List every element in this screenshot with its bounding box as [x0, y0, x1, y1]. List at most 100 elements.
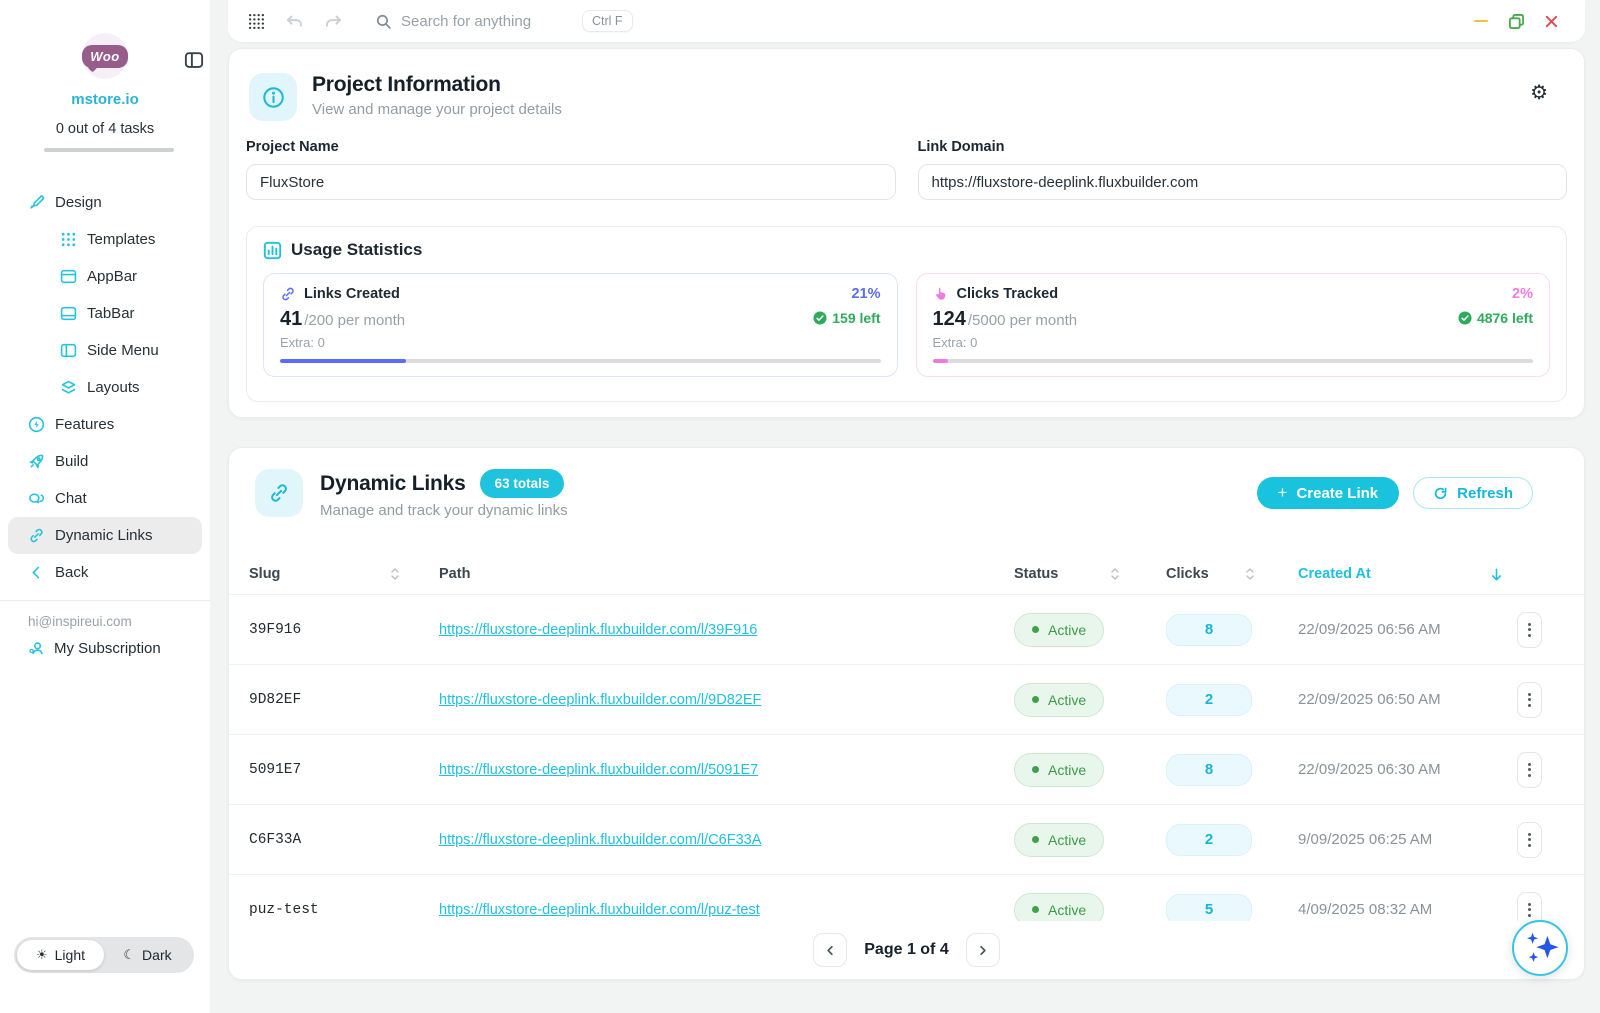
table-header: Slug Path Status Clicks Created At: [229, 554, 1584, 594]
previous-page-button[interactable]: [813, 933, 847, 967]
sidebar-nav-item[interactable]: Dynamic Links: [8, 517, 202, 554]
table-row: 39F916 https://fluxstore-deeplink.fluxbu…: [229, 594, 1584, 664]
ai-assistant-button[interactable]: [1512, 920, 1568, 976]
minimize-button[interactable]: [1473, 13, 1489, 29]
status-badge: Active: [1014, 683, 1104, 717]
bar-chart-icon: [263, 241, 282, 260]
app-window: Woo mstore.io 0 out of 4 tasks Design Te…: [0, 0, 1600, 1013]
path-link[interactable]: https://fluxstore-deeplink.fluxbuilder.c…: [439, 832, 761, 848]
column-header-slug[interactable]: Slug: [249, 566, 439, 582]
refresh-button[interactable]: Refresh: [1413, 477, 1533, 509]
stat-progress-fill: [933, 359, 948, 363]
my-subscription-link[interactable]: My Subscription: [28, 640, 161, 657]
row-actions-kebab-button[interactable]: [1517, 892, 1542, 924]
link-domain-input[interactable]: [918, 164, 1568, 200]
status-cell: Active: [1014, 753, 1166, 787]
nav-item-icon: [60, 305, 77, 322]
create-link-button[interactable]: + Create Link: [1257, 477, 1400, 509]
stat-percent: 2%: [1512, 286, 1533, 302]
status-badge: Active: [1014, 753, 1104, 787]
path-link[interactable]: https://fluxstore-deeplink.fluxbuilder.c…: [439, 902, 760, 918]
theme-light-button[interactable]: ☀ Light: [17, 940, 104, 970]
status-dot-icon: [1032, 836, 1039, 843]
table-row: C6F33A https://fluxstore-deeplink.fluxbu…: [229, 804, 1584, 874]
maximize-button[interactable]: [1508, 13, 1525, 30]
status-cell: Active: [1014, 893, 1166, 924]
tasks-progress-label: 0 out of 4 tasks: [0, 121, 210, 137]
woo-logo-text: Woo: [82, 45, 127, 68]
sidebar-nav-item[interactable]: Design: [8, 184, 202, 221]
column-header-path[interactable]: Path: [439, 566, 1014, 582]
undo-icon[interactable]: [285, 12, 304, 31]
search-input[interactable]: [401, 13, 573, 30]
sort-icon: [1110, 567, 1120, 581]
row-actions-kebab-button[interactable]: [1517, 612, 1542, 648]
column-header-created-at[interactable]: Created At: [1298, 566, 1516, 582]
chevron-left-icon: [823, 943, 838, 958]
theme-light-label: Light: [55, 947, 85, 963]
nav-item-label: Build: [55, 453, 88, 470]
page-indicator: Page 1 of 4: [864, 941, 948, 959]
column-header-status[interactable]: Status: [1014, 566, 1166, 582]
sidebar-nav-item[interactable]: TabBar: [8, 295, 202, 332]
status-dot-icon: [1032, 766, 1039, 773]
info-icon: [249, 73, 297, 121]
window-controls: [1473, 13, 1559, 30]
nav-item-icon: [28, 416, 45, 433]
stat-extra: Extra: 0: [280, 335, 881, 350]
status-badge: Active: [1014, 613, 1104, 647]
topbar: Ctrl F: [228, 0, 1585, 42]
sidebar-nav-item[interactable]: Side Menu: [8, 332, 202, 369]
clicks-cell: 2: [1166, 824, 1298, 856]
status-badge: Active: [1014, 823, 1104, 857]
sidebar-collapse-icon[interactable]: [184, 50, 204, 70]
slug-cell: 5091E7: [249, 762, 439, 778]
close-button[interactable]: [1544, 14, 1559, 29]
stat-extra: Extra: 0: [933, 335, 1534, 350]
totals-badge: 63 totals: [480, 469, 565, 498]
path-link[interactable]: https://fluxstore-deeplink.fluxbuilder.c…: [439, 692, 761, 708]
theme-dark-button[interactable]: ☾ Dark: [104, 940, 191, 970]
status-dot-icon: [1032, 626, 1039, 633]
sort-icon: [390, 567, 400, 581]
refresh-label: Refresh: [1457, 485, 1513, 502]
settings-gear-icon[interactable]: ⚙: [1530, 83, 1548, 103]
nav-item-label: Back: [55, 564, 88, 581]
account-email: hi@inspireui.com: [28, 614, 132, 629]
row-actions-kebab-button[interactable]: [1517, 822, 1542, 858]
slug-cell: C6F33A: [249, 832, 439, 848]
stat-percent: 21%: [851, 286, 880, 302]
table-row: 9D82EF https://fluxstore-deeplink.fluxbu…: [229, 664, 1584, 734]
sidebar-nav-item[interactable]: Chat: [8, 480, 202, 517]
create-link-label: Create Link: [1296, 485, 1378, 502]
stat-icon: [933, 286, 949, 302]
path-cell: https://fluxstore-deeplink.fluxbuilder.c…: [439, 901, 1014, 919]
project-site-link[interactable]: mstore.io: [0, 91, 210, 108]
plus-icon: +: [1278, 483, 1288, 503]
sidebar-nav-item[interactable]: AppBar: [8, 258, 202, 295]
dynamic-links-header: Dynamic Links 63 totals Manage and track…: [255, 469, 568, 519]
row-actions-kebab-button[interactable]: [1517, 752, 1542, 788]
moon-icon: ☾: [123, 947, 135, 963]
redo-icon[interactable]: [324, 12, 343, 31]
stat-quota: /200 per month: [304, 312, 405, 329]
usage-statistics-panel: Usage Statistics Links Created 21% 41 /2…: [246, 226, 1567, 402]
apps-grid-icon[interactable]: [248, 13, 265, 30]
column-header-clicks[interactable]: Clicks: [1166, 566, 1298, 582]
path-link[interactable]: https://fluxstore-deeplink.fluxbuilder.c…: [439, 762, 758, 778]
link-domain-label: Link Domain: [918, 139, 1568, 155]
check-circle-icon: [813, 311, 827, 325]
sidebar-nav-item[interactable]: Build: [8, 443, 202, 480]
project-name-input[interactable]: [246, 164, 896, 200]
clicks-badge: 8: [1166, 614, 1252, 646]
sidebar-nav-item[interactable]: Templates: [8, 221, 202, 258]
sidebar-nav-item[interactable]: Features: [8, 406, 202, 443]
row-actions-kebab-button[interactable]: [1517, 682, 1542, 718]
sidebar-nav: Design Templates AppBar TabBar: [0, 184, 210, 591]
created-at-cell: 22/09/2025 06:50 AM: [1298, 691, 1516, 708]
next-page-button[interactable]: [966, 933, 1000, 967]
nav-item-icon: [60, 231, 77, 248]
path-link[interactable]: https://fluxstore-deeplink.fluxbuilder.c…: [439, 622, 757, 638]
sidebar-nav-item[interactable]: Layouts: [8, 369, 202, 406]
sidebar-nav-item[interactable]: Back: [8, 554, 202, 591]
